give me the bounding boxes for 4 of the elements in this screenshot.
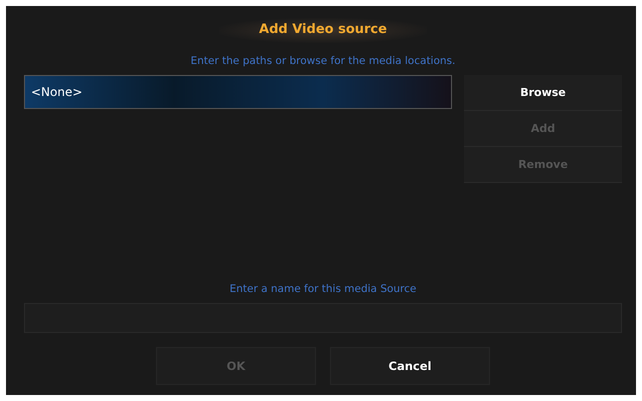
instruction-text: Enter the paths or browse for the media locations. — [190, 55, 456, 67]
path-item[interactable]: <None> — [24, 75, 452, 109]
dialog-button[interactable]: Cancel — [330, 347, 490, 385]
name-label: Enter a name for this media Source — [230, 283, 416, 295]
